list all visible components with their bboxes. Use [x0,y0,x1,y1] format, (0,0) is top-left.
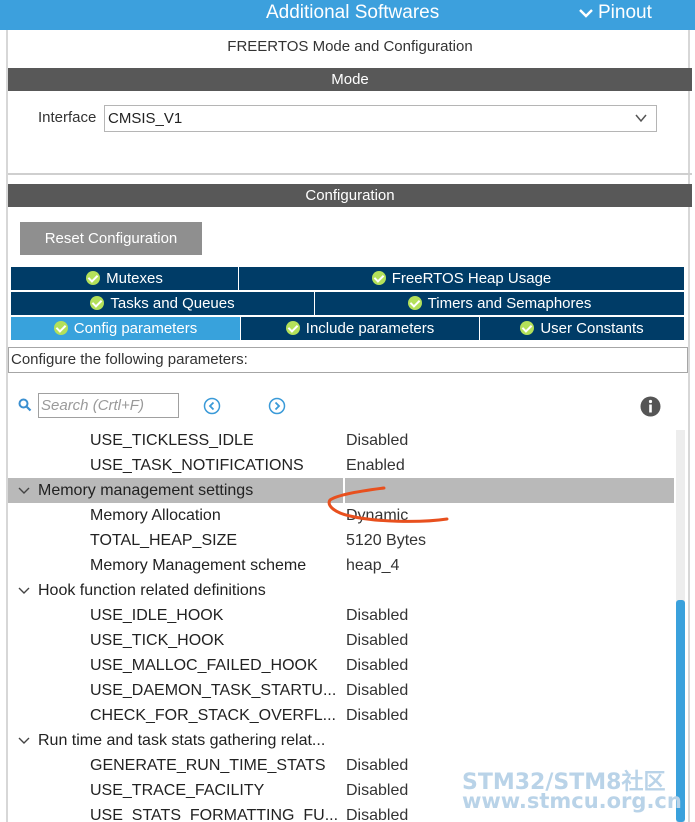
parameter-tree: USE_TICKLESS_IDLE Disabled USE_TASK_NOTIF… [8,428,674,822]
watermark-url: www.stmcu.org.cn [462,789,682,813]
additional-softwares-tab[interactable]: Additional Softwares [266,2,439,24]
tab-config-parameters[interactable]: Config parameters [11,317,241,340]
param-value: Disabled [346,432,409,449]
tab-label: Config parameters [73,320,198,337]
chevron-down-icon [579,9,593,18]
group-row-hook-functions[interactable]: Hook function related definitions [8,578,674,603]
param-name: USE_TASK_NOTIFICATIONS [90,457,304,474]
check-icon [53,321,68,335]
param-name: Memory Management scheme [90,557,307,574]
tab-tasks-and-queues[interactable]: Tasks and Queues [11,292,315,315]
check-icon [371,271,386,285]
param-name: Memory Allocation [90,507,221,524]
param-row[interactable]: USE_TICKLESS_IDLE Disabled [8,428,674,453]
param-value: heap_4 [346,557,400,574]
pinout-label: Pinout [598,2,652,23]
group-name: Hook function related definitions [38,582,266,599]
configure-instructions: Configure the following parameters: [8,347,688,373]
param-row[interactable]: USE_DAEMON_TASK_STARTU... Disabled [8,678,674,703]
param-value: Disabled [346,782,409,799]
vertical-scrollbar[interactable] [676,430,685,822]
param-row[interactable]: Memory Allocation Dynamic [8,503,674,528]
top-nav-bar: Additional Softwares Pinout [0,0,695,30]
chevron-down-icon [635,114,647,123]
tab-user-constants[interactable]: User Constants [480,317,685,340]
param-name: USE_STATS_FORMATTING_FU... [90,807,339,822]
tab-label: User Constants [540,320,644,337]
tab-label: FreeRTOS Heap Usage [391,270,552,287]
param-value: Disabled [346,632,409,649]
param-row[interactable]: USE_TICK_HOOK Disabled [8,628,674,653]
mode-header: Mode [8,68,692,91]
info-icon[interactable] [640,396,661,417]
param-value: Dynamic [346,507,409,524]
param-value: 5120 Bytes [346,532,427,549]
param-name: USE_IDLE_HOOK [90,607,224,624]
group-name: Run time and task stats gathering relat.… [38,732,326,749]
chevron-down-icon[interactable] [16,478,32,503]
configuration-header: Configuration [8,184,692,207]
panel-title: FREERTOS Mode and Configuration [227,38,473,55]
divider [8,173,692,175]
param-row[interactable]: USE_MALLOC_FAILED_HOOK Disabled [8,653,674,678]
param-row[interactable]: TOTAL_HEAP_SIZE 5120 Bytes [8,528,674,553]
param-name: GENERATE_RUN_TIME_STATS [90,757,326,774]
param-name: USE_MALLOC_FAILED_HOOK [90,657,318,674]
check-icon [86,271,101,285]
param-value: Disabled [346,682,409,699]
param-row[interactable]: CHECK_FOR_STACK_OVERFL... Disabled [8,703,674,728]
tab-mutexes[interactable]: Mutexes [11,267,239,290]
param-value: Disabled [346,757,409,774]
interface-select[interactable]: CMSIS_V1 [104,105,657,132]
tab-timers-and-semaphores[interactable]: Timers and Semaphores [315,292,685,315]
group-name: Memory management settings [38,482,254,499]
check-icon [90,296,105,310]
param-value: Enabled [346,457,405,474]
param-name: TOTAL_HEAP_SIZE [90,532,238,549]
tab-label: Tasks and Queues [110,295,235,312]
param-row[interactable]: USE_IDLE_HOOK Disabled [8,603,674,628]
param-name: USE_TICKLESS_IDLE [90,432,254,449]
pinout-tab[interactable]: Pinout [578,2,652,24]
chevron-down-icon[interactable] [16,728,32,753]
param-name: USE_DAEMON_TASK_STARTU... [90,682,337,699]
param-name: CHECK_FOR_STACK_OVERFL... [90,707,336,724]
tab-freertos-heap-usage[interactable]: FreeRTOS Heap Usage [239,267,685,290]
check-icon [520,321,535,335]
param-name: USE_TRACE_FACILITY [90,782,265,799]
param-row[interactable]: Memory Management scheme heap_4 [8,553,674,578]
panel-border-right [688,30,690,822]
search-icon [18,398,32,412]
interface-value: CMSIS_V1 [108,110,183,127]
search-input[interactable]: Search (Crtl+F) [38,393,179,418]
param-name: USE_TICK_HOOK [90,632,225,649]
check-icon [407,296,422,310]
tab-label: Mutexes [106,270,163,287]
chevron-down-icon[interactable] [16,578,32,603]
param-row[interactable]: USE_TASK_NOTIFICATIONS Enabled [8,453,674,478]
tab-label: Include parameters [305,320,435,337]
group-row-runtime-stats[interactable]: Run time and task stats gathering relat.… [8,728,674,753]
next-result-icon[interactable] [268,397,286,415]
param-value: Disabled [346,607,409,624]
tab-label: Timers and Semaphores [427,295,592,312]
group-row-memory-management[interactable]: Memory management settings [8,478,674,503]
param-value: Disabled [346,657,409,674]
param-value: Disabled [346,807,409,822]
interface-label: Interface [38,109,97,126]
column-divider [343,478,345,503]
tab-include-parameters[interactable]: Include parameters [241,317,480,340]
param-value: Disabled [346,707,409,724]
reset-configuration-button[interactable]: Reset Configuration [20,222,202,255]
previous-result-icon[interactable] [203,397,221,415]
check-icon [285,321,300,335]
